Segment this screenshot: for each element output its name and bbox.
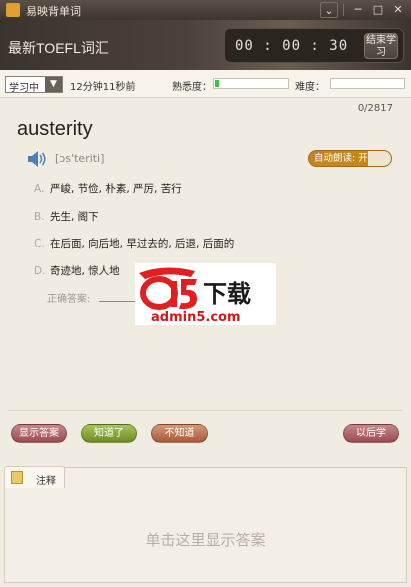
maximize-button[interactable]: □ (369, 2, 387, 18)
mode-select[interactable]: 学习中 ▼ (5, 76, 63, 94)
familiarity-bar-fill (215, 80, 219, 87)
dont-know-button[interactable]: 不知道 (151, 424, 208, 443)
option-text: 在后面, 向后地, 早过去的, 后退, 后面的 (50, 238, 235, 250)
word-counter: 0/2817 (357, 103, 393, 114)
option-text: 奇迹地, 惊人地 (50, 265, 120, 277)
option-b[interactable]: B. 先生, 阁下 (34, 209, 99, 224)
option-key: A. (34, 183, 45, 195)
option-a[interactable]: A. 严峻, 节俭, 朴素, 严厉, 苦行 (34, 181, 182, 196)
deck-title: 最新TOEFL词汇 (8, 40, 109, 56)
option-key: B. (34, 211, 45, 223)
app-title: 易映背单词 (26, 5, 81, 18)
svg-text:下载: 下载 (203, 280, 251, 308)
svg-text:admin5.com: admin5.com (151, 310, 241, 325)
difficulty-label: 难度： (295, 82, 325, 93)
main-panel: 学习中 ▼ 12分钟11秒前 熟悉度： 难度： 0/2817 austerity… (0, 70, 411, 587)
tab-notes[interactable]: 注释 (4, 466, 65, 488)
header: 最新TOEFL词汇 00 : 00 : 30 结束学习 (0, 20, 411, 70)
end-study-button[interactable]: 结束学习 (364, 33, 398, 59)
chevron-down-icon[interactable]: ▼ (45, 77, 62, 92)
option-key: C. (34, 238, 45, 250)
dropdown-button[interactable]: ⌄ (320, 2, 338, 18)
last-studied: 12分钟11秒前 (70, 82, 136, 93)
title-separator (343, 4, 344, 16)
watermark-logo-graphic: 下载 admin5.com (139, 267, 251, 325)
phonetic: [ɔs'teriti] (55, 152, 105, 165)
close-button[interactable]: ✕ (389, 2, 407, 18)
speaker-icon[interactable] (27, 150, 49, 168)
show-answer-button[interactable]: 显示答案 (11, 424, 67, 443)
status-toolbar: 学习中 ▼ 12分钟11秒前 熟悉度： 难度： (0, 70, 411, 98)
know-button[interactable]: 知道了 (81, 424, 137, 443)
difficulty-bar (330, 78, 405, 89)
title-bar: 易映背单词 ⌄ ─ □ ✕ (0, 0, 411, 20)
familiarity-label: 熟悉度： (172, 82, 212, 93)
show-answer-hint[interactable]: 单击这里显示答案 (0, 529, 411, 550)
notes-icon (11, 471, 23, 484)
option-c[interactable]: C. 在后面, 向后地, 早过去的, 后退, 后面的 (34, 236, 234, 251)
familiarity-bar (213, 78, 289, 89)
word: austerity (17, 118, 93, 140)
divider (8, 410, 403, 411)
timer: 00 : 00 : 30 (235, 38, 349, 54)
option-text: 先生, 阁下 (50, 211, 99, 223)
option-text: 严峻, 节俭, 朴素, 严厉, 苦行 (50, 183, 182, 195)
watermark-logo: 下载 admin5.com (135, 263, 276, 325)
minimize-button[interactable]: ─ (349, 2, 367, 18)
study-later-button[interactable]: 以后学 (343, 424, 399, 443)
notes-tab-label: 注释 (36, 476, 56, 487)
mode-select-value: 学习中 (9, 83, 39, 94)
timer-panel: 00 : 00 : 30 结束学习 (224, 28, 404, 63)
option-key: D. (34, 265, 46, 277)
correct-answer-label: 正确答案: (47, 294, 91, 305)
option-d[interactable]: D. 奇迹地, 惊人地 (34, 263, 120, 278)
app-icon (6, 3, 20, 17)
auto-read-toggle[interactable]: 自动朗读: 开 (308, 150, 392, 167)
